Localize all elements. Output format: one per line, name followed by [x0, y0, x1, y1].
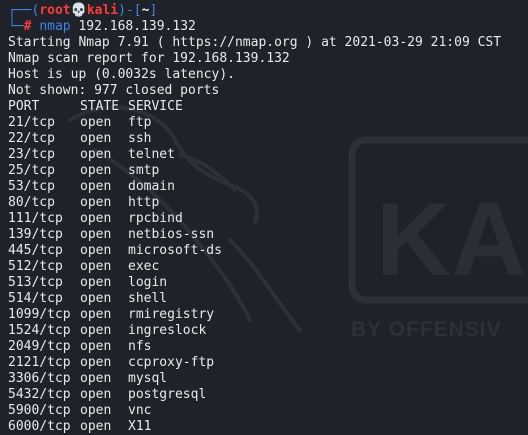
service-cell: ssh — [128, 131, 152, 146]
table-row: 513/tcp open login — [8, 275, 528, 291]
service-cell: domain — [128, 179, 175, 194]
service-cell: netbios-ssn — [128, 227, 215, 242]
output-not-shown: Not shown: 977 closed ports — [8, 83, 220, 98]
state-cell: open — [80, 147, 112, 162]
port-cell: 512/tcp — [8, 259, 63, 274]
header-port: PORT — [8, 99, 40, 114]
state-cell: open — [80, 243, 112, 258]
port-cell: 1524/tcp — [8, 323, 71, 338]
table-row: 2121/tcp open ccproxy-ftp — [8, 355, 528, 371]
output-host-up: Host is up (0.0032s latency). — [8, 67, 235, 82]
state-cell: open — [80, 339, 112, 354]
table-row: 5432/tcp open postgresql — [8, 387, 528, 403]
table-row: 22/tcp open ssh — [8, 131, 528, 147]
port-cell: 513/tcp — [8, 275, 63, 290]
port-table: 21/tcp open ftp 22/tcp open ssh 23/tcp open teln… — [8, 115, 528, 435]
table-row: 25/tcp open smtp — [8, 163, 528, 179]
service-cell: postgresql — [128, 387, 207, 402]
service-cell: smtp — [128, 163, 160, 178]
table-row: 1099/tcp open rmiregistry — [8, 307, 528, 323]
state-cell: open — [80, 179, 112, 194]
table-row: 5900/tcp open vnc — [8, 403, 528, 419]
table-row: 53/tcp open domain — [8, 179, 528, 195]
prompt-close: ] — [149, 3, 158, 18]
prompt-line-1: ┌──(root💀kali)-[~] — [8, 3, 528, 19]
table-row: 139/tcp open netbios-ssn — [8, 227, 528, 243]
table-row: 111/tcp open rpcbind — [8, 211, 528, 227]
service-cell: nfs — [128, 339, 152, 354]
prompt-host: kali — [86, 3, 119, 18]
terminal[interactable]: ┌──(root💀kali)-[~] └─# nmap 192.168.139.… — [8, 3, 528, 435]
service-cell: vnc — [128, 403, 152, 418]
port-cell: 53/tcp — [8, 179, 55, 194]
port-cell: 80/tcp — [8, 195, 55, 210]
port-cell: 111/tcp — [8, 211, 63, 226]
state-cell: open — [80, 131, 112, 146]
port-cell: 139/tcp — [8, 227, 63, 242]
port-cell: 2049/tcp — [8, 339, 71, 354]
service-cell: rpcbind — [128, 211, 183, 226]
state-cell: open — [80, 323, 112, 338]
state-cell: open — [80, 371, 112, 386]
table-row: 512/tcp open exec — [8, 259, 528, 275]
port-cell: 23/tcp — [8, 147, 55, 162]
table-row: 1524/tcp open ingreslock — [8, 323, 528, 339]
prompt-open: ┌──( — [8, 3, 40, 18]
service-cell: ccproxy-ftp — [128, 355, 215, 370]
state-cell: open — [80, 307, 112, 322]
table-header: PORT STATE SERVICE — [8, 99, 528, 115]
prompt-line-2: └─# nmap 192.168.139.132 — [8, 19, 528, 35]
state-cell: open — [80, 291, 112, 306]
table-row: 514/tcp open shell — [8, 291, 528, 307]
skull-icon: 💀 — [70, 3, 87, 18]
port-cell: 2121/tcp — [8, 355, 71, 370]
table-row: 23/tcp open telnet — [8, 147, 528, 163]
state-cell: open — [80, 227, 112, 242]
port-cell: 21/tcp — [8, 115, 55, 130]
service-cell: X11 — [128, 419, 152, 434]
prompt-mid: )-[ — [118, 3, 142, 18]
port-cell: 5432/tcp — [8, 387, 71, 402]
port-cell: 25/tcp — [8, 163, 55, 178]
service-cell: login — [128, 275, 168, 290]
state-cell: open — [80, 115, 112, 130]
state-cell: open — [80, 387, 112, 402]
command-name: nmap — [39, 19, 71, 34]
prompt-symbol: # — [23, 19, 32, 34]
state-cell: open — [80, 195, 112, 210]
service-cell: shell — [128, 291, 168, 306]
prompt-user: root — [39, 3, 71, 18]
table-row: 3306/tcp open mysql — [8, 371, 528, 387]
service-cell: ftp — [128, 115, 152, 130]
service-cell: rmiregistry — [128, 307, 215, 322]
service-cell: http — [128, 195, 160, 210]
state-cell: open — [80, 259, 112, 274]
state-cell: open — [80, 403, 112, 418]
service-cell: exec — [128, 259, 160, 274]
state-cell: open — [80, 355, 112, 370]
port-cell: 3306/tcp — [8, 371, 71, 386]
table-row: 445/tcp open microsoft-ds — [8, 243, 528, 259]
table-row: 21/tcp open ftp — [8, 115, 528, 131]
service-cell: ingreslock — [128, 323, 207, 338]
service-cell: microsoft-ds — [128, 243, 222, 258]
state-cell: open — [80, 163, 112, 178]
port-cell: 514/tcp — [8, 291, 63, 306]
port-cell: 22/tcp — [8, 131, 55, 146]
table-row: 80/tcp open http — [8, 195, 528, 211]
output-report: Nmap scan report for 192.168.139.132 — [8, 51, 290, 66]
port-cell: 445/tcp — [8, 243, 63, 258]
port-cell: 5900/tcp — [8, 403, 71, 418]
table-row: 2049/tcp open nfs — [8, 339, 528, 355]
port-cell: 1099/tcp — [8, 307, 71, 322]
output-start: Starting Nmap 7.91 ( https://nmap.org ) … — [8, 35, 502, 50]
prompt-second-prefix: └─ — [8, 19, 24, 34]
state-cell: open — [80, 275, 112, 290]
command-args: 192.168.139.132 — [70, 19, 196, 34]
state-cell: open — [80, 211, 112, 226]
service-cell: telnet — [128, 147, 175, 162]
header-state: STATE — [80, 99, 120, 114]
header-service: SERVICE — [128, 99, 183, 114]
service-cell: mysql — [128, 371, 168, 386]
